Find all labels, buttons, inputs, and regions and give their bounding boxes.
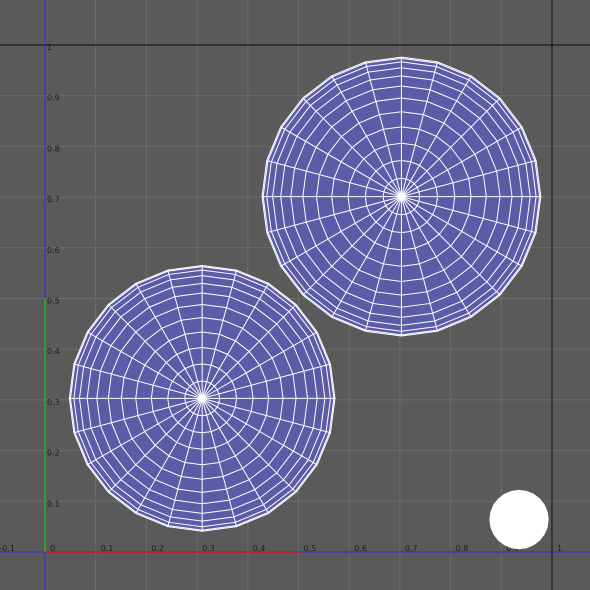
x-tick-label: 1 [557,544,562,553]
y-tick-label: 0.9 [47,94,60,103]
uv-shell-large-bottom[interactable] [68,265,336,532]
y-tick-label: 1 [47,43,52,52]
uv-shell-small[interactable] [489,489,549,550]
x-tick-label: 0.2 [151,544,164,553]
x-tick-label: 0.5 [304,544,317,553]
y-tick-label: 0.4 [47,347,60,356]
x-tick-label: 0.4 [253,544,266,553]
y-tick-label: 0.8 [47,144,60,153]
y-tick-label: 1.1 [47,0,60,1]
x-tick-label: 0.3 [202,544,215,553]
y-tick-label: 0.2 [47,449,60,458]
x-tick-label: 0.6 [354,544,367,553]
y-tick-label: 0.3 [47,398,60,407]
uv-texture-editor[interactable]: -0.100.10.20.30.40.50.60.70.80.911.110.9… [0,0,590,590]
uv-canvas[interactable]: -0.100.10.20.30.40.50.60.70.80.911.110.9… [0,0,590,590]
uv-shell-large-top[interactable] [261,56,542,337]
x-tick-label: 0.8 [456,544,469,553]
x-tick-label: 0.1 [101,544,114,553]
x-tick-label: 0 [50,544,55,553]
y-tick-label: 0.5 [47,297,60,306]
y-tick-label: 0.1 [47,499,60,508]
x-tick-label: -0.1 [0,544,15,553]
y-tick-label: 0.6 [47,246,60,255]
y-tick-label: 0.7 [47,195,60,204]
x-tick-label: 0.7 [405,544,418,553]
